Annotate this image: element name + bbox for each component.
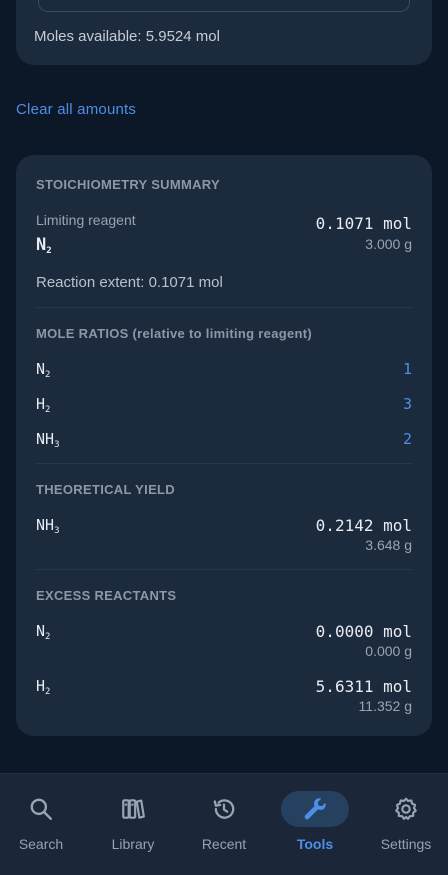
divider xyxy=(36,463,412,464)
search-icon xyxy=(30,798,52,820)
nav-label: Search xyxy=(18,836,64,852)
excess-grams: 11.352 g xyxy=(358,698,412,714)
stoichiometry-summary-card: STOICHIOMETRY SUMMARY Limiting reagent N… xyxy=(16,155,432,736)
wrench-icon xyxy=(304,798,326,820)
ratio-value: 3 xyxy=(402,395,412,413)
yield-grams: 3.648 g xyxy=(365,537,412,553)
nav-label: Recent xyxy=(201,836,247,852)
divider xyxy=(36,307,412,308)
moles-available: Moles available: 5.9524 mol xyxy=(34,28,220,45)
nav-pill xyxy=(99,791,167,827)
nav-pill xyxy=(7,791,75,827)
theoretical-yield-title: THEORETICAL YIELD xyxy=(36,482,175,497)
nav-pill-active xyxy=(281,791,349,827)
ratio-formula: NH3 xyxy=(36,430,60,450)
reactant-card: Moles available: 5.9524 mol xyxy=(16,0,432,65)
limiting-moles: 0.1071 mol xyxy=(315,214,412,233)
bottom-navigation: Search Library Recent Tools Settings xyxy=(0,773,448,875)
nav-label: Library xyxy=(111,836,155,852)
limiting-reagent-formula: N2 xyxy=(36,235,52,256)
excess-formula: H2 xyxy=(36,677,51,697)
nav-library[interactable]: Library xyxy=(88,774,178,875)
excess-grams: 0.000 g xyxy=(365,643,412,659)
clear-all-amounts-link[interactable]: Clear all amounts xyxy=(16,101,136,118)
amount-input[interactable] xyxy=(38,0,410,12)
history-icon xyxy=(213,799,235,819)
ratio-formula: H2 xyxy=(36,395,51,415)
library-icon xyxy=(122,799,145,819)
excess-moles: 0.0000 mol xyxy=(315,622,412,641)
yield-moles: 0.2142 mol xyxy=(315,516,412,535)
nav-settings[interactable]: Settings xyxy=(361,774,448,875)
yield-formula: NH3 xyxy=(36,516,60,536)
nav-label: Settings xyxy=(380,836,432,852)
excess-reactants-title: EXCESS REACTANTS xyxy=(36,588,177,603)
limiting-grams: 3.000 g xyxy=(365,236,412,252)
summary-title: STOICHIOMETRY SUMMARY xyxy=(36,177,220,192)
ratio-formula: N2 xyxy=(36,360,51,380)
ratio-value: 1 xyxy=(402,360,412,378)
nav-search[interactable]: Search xyxy=(0,774,86,875)
mole-ratios-title: MOLE RATIOS (relative to limiting reagen… xyxy=(36,326,312,341)
excess-formula: N2 xyxy=(36,622,51,642)
nav-tools[interactable]: Tools xyxy=(270,774,360,875)
limiting-reagent-label: Limiting reagent xyxy=(36,212,136,228)
divider xyxy=(36,569,412,570)
nav-recent[interactable]: Recent xyxy=(179,774,269,875)
screen: Moles available: 5.9524 mol Clear all am… xyxy=(0,0,448,875)
reaction-extent: Reaction extent: 0.1071 mol xyxy=(36,274,223,291)
nav-pill xyxy=(372,791,440,827)
ratio-value: 2 xyxy=(402,430,412,448)
excess-moles: 5.6311 mol xyxy=(315,677,412,696)
nav-label: Tools xyxy=(296,836,334,852)
nav-pill xyxy=(190,791,258,827)
gear-icon xyxy=(395,797,417,820)
